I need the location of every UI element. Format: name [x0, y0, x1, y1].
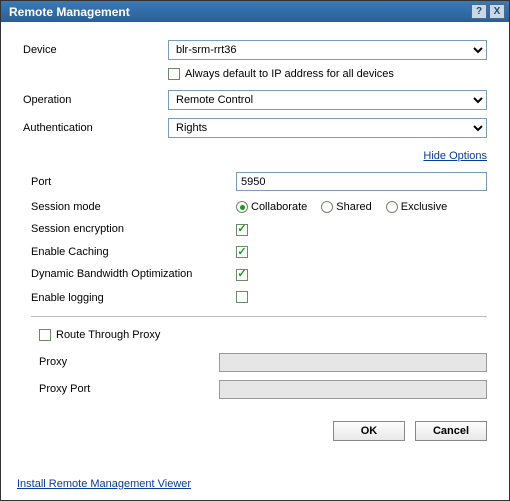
proxy-port-label: Proxy Port	[39, 383, 219, 395]
titlebar: Remote Management ? X	[1, 1, 509, 22]
dialog-title: Remote Management	[9, 5, 469, 19]
dynamic-bandwidth-checkbox[interactable]	[236, 269, 248, 281]
session-mode-shared-label: Shared	[336, 201, 371, 213]
session-mode-shared-radio[interactable]	[321, 201, 333, 213]
install-viewer-link[interactable]: Install Remote Management Viewer	[17, 478, 191, 490]
dynamic-bandwidth-label: Dynamic Bandwidth Optimization	[31, 268, 236, 280]
session-mode-exclusive-label: Exclusive	[401, 201, 447, 213]
enable-logging-label: Enable logging	[31, 292, 236, 304]
proxy-label: Proxy	[39, 356, 219, 368]
proxy-port-input	[219, 380, 487, 399]
always-default-label: Always default to IP address for all dev…	[185, 68, 394, 80]
button-row: OK Cancel	[23, 421, 487, 441]
device-label: Device	[23, 44, 168, 56]
separator	[31, 316, 487, 317]
enable-caching-checkbox[interactable]	[236, 246, 248, 258]
port-label: Port	[31, 176, 236, 188]
session-mode-group: Collaborate Shared Exclusive	[236, 201, 487, 213]
session-encryption-checkbox[interactable]	[236, 224, 248, 236]
session-mode-collaborate-label: Collaborate	[251, 201, 307, 213]
enable-caching-label: Enable Caching	[31, 246, 236, 258]
operation-select[interactable]: Remote Control	[168, 90, 487, 110]
route-through-proxy-label: Route Through Proxy	[56, 329, 160, 341]
remote-management-dialog: Remote Management ? X Device blr-srm-rrt…	[0, 0, 510, 501]
cancel-button[interactable]: Cancel	[415, 421, 487, 441]
authentication-label: Authentication	[23, 122, 168, 134]
close-button[interactable]: X	[489, 4, 505, 19]
operation-label: Operation	[23, 94, 168, 106]
enable-logging-checkbox[interactable]	[236, 291, 248, 303]
options-section: Port Session mode Collaborate Shared	[23, 172, 487, 407]
session-mode-exclusive-radio[interactable]	[386, 201, 398, 213]
device-select[interactable]: blr-srm-rrt36	[168, 40, 487, 60]
session-encryption-label: Session encryption	[31, 223, 236, 235]
route-through-proxy-checkbox[interactable]	[39, 329, 51, 341]
session-mode-label: Session mode	[31, 201, 236, 213]
hide-options-link[interactable]: Hide Options	[423, 150, 487, 162]
session-mode-collaborate-radio[interactable]	[236, 201, 248, 213]
port-input[interactable]	[236, 172, 487, 191]
always-default-checkbox[interactable]	[168, 68, 180, 80]
proxy-section: Route Through Proxy Proxy Proxy Port	[31, 329, 487, 399]
ok-button[interactable]: OK	[333, 421, 405, 441]
authentication-select[interactable]: Rights	[168, 118, 487, 138]
dialog-content: Device blr-srm-rrt36 Always default to I…	[1, 22, 509, 472]
proxy-input	[219, 353, 487, 372]
help-button[interactable]: ?	[471, 4, 487, 19]
